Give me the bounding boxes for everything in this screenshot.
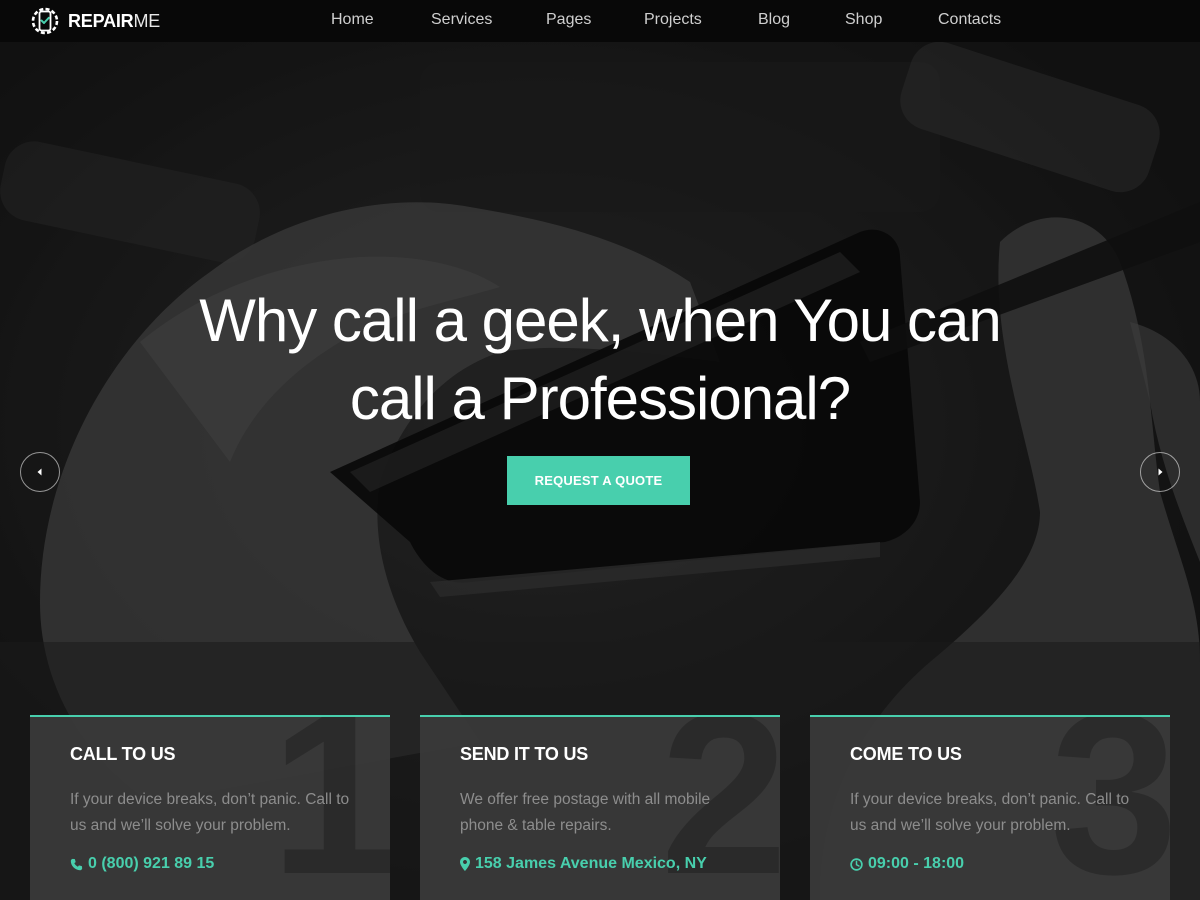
chevron-left-icon xyxy=(37,468,42,476)
hero-headline-line-2: call a Professional? xyxy=(349,365,851,432)
feature-card-call: 1 CALL TO US If your device breaks, don’… xyxy=(30,715,390,900)
nav-item-services[interactable]: Services xyxy=(431,11,492,29)
card-description: If your device breaks, don’t panic. Call… xyxy=(70,791,350,834)
phone-number-link[interactable]: 0 (800) 921 89 15 xyxy=(70,855,214,873)
card-title: COME TO US xyxy=(850,744,962,764)
card-title: CALL TO US xyxy=(70,744,176,764)
main-nav: Home Services Pages Projects Blog Shop C… xyxy=(0,0,1200,42)
opening-hours-text: 09:00 - 18:00 xyxy=(868,855,965,872)
nav-item-projects[interactable]: Projects xyxy=(644,11,702,29)
feature-card-send: 2 SEND IT TO US We offer free postage wi… xyxy=(420,715,780,900)
feature-card-come: 3 COME TO US If your device breaks, don’… xyxy=(810,715,1170,900)
address-text: 158 James Avenue Mexico, NY xyxy=(475,855,707,872)
phone-number-text: 0 (800) 921 89 15 xyxy=(88,855,215,872)
phone-icon xyxy=(70,858,83,870)
nav-item-blog[interactable]: Blog xyxy=(758,11,790,29)
top-navigation-bar: REPAIRME Home Services Pages Projects Bl… xyxy=(0,0,1200,42)
nav-item-shop[interactable]: Shop xyxy=(845,11,882,29)
card-title: SEND IT TO US xyxy=(460,744,589,764)
address-link[interactable]: 158 James Avenue Mexico, NY xyxy=(460,855,707,873)
request-quote-button[interactable]: REQUEST A QUOTE xyxy=(507,456,690,505)
nav-item-home[interactable]: Home xyxy=(331,11,374,29)
card-description: We offer free postage with all mobile ph… xyxy=(460,791,711,834)
slider-next-button[interactable] xyxy=(1140,452,1180,492)
opening-hours: 09:00 - 18:00 xyxy=(850,855,964,873)
map-marker-icon xyxy=(460,857,470,871)
hero-slider: Why call a geek, when You can call a Pro… xyxy=(0,42,1200,900)
chevron-right-icon xyxy=(1158,468,1163,476)
hero-headline: Why call a geek, when You can call a Pro… xyxy=(100,282,1100,438)
card-description: If your device breaks, don’t panic. Call… xyxy=(850,791,1130,834)
slider-prev-button[interactable] xyxy=(20,452,60,492)
clock-icon xyxy=(850,857,863,871)
hero-headline-line-1: Why call a geek, when You can xyxy=(199,287,1002,354)
nav-item-pages[interactable]: Pages xyxy=(546,11,591,29)
nav-item-contacts[interactable]: Contacts xyxy=(938,11,1001,29)
